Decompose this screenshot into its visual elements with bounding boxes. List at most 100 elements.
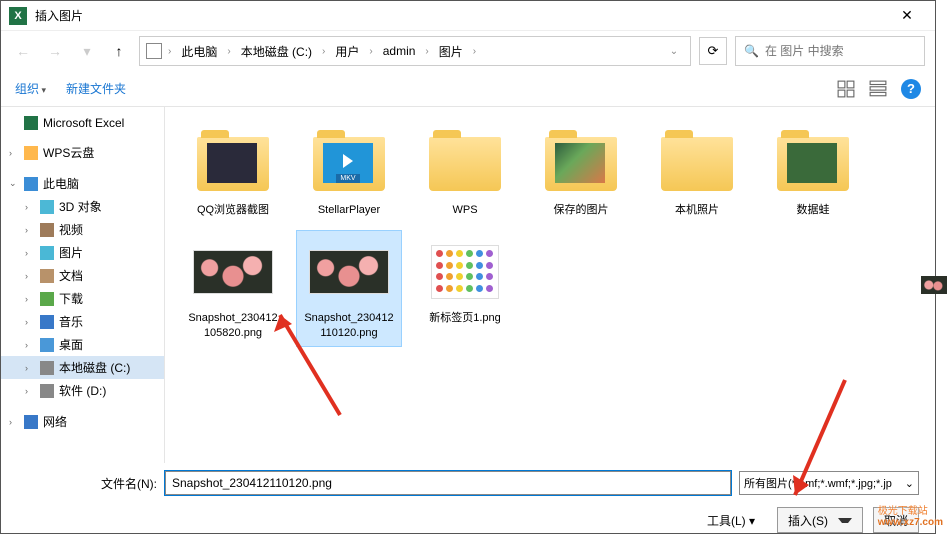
up-button[interactable]: ↑ [107,39,131,63]
downloads-icon [40,292,54,306]
sidebar-item-label: 3D 对象 [59,198,102,215]
bottom-bar: 文件名(N): 所有图片(*.emf;*.wmf;*.jpg;*.jp ⌄ 工具(… [1,463,935,541]
file-label: WPS [452,203,477,217]
pictures-icon [40,246,54,260]
chevron-right-icon: › [365,46,376,57]
close-button[interactable]: ✕ [887,1,927,31]
file-label: 新标签页1.png [429,311,501,325]
search-box[interactable]: 🔍 [735,36,925,66]
breadcrumb[interactable]: › 此电脑 › 本地磁盘 (C:) › 用户 › admin › 图片 › ⌄ [139,36,691,66]
pc-icon [146,43,162,59]
sidebar-item-label: 文档 [59,267,83,284]
music-icon [40,315,54,329]
filename-label: 文件名(N): [101,475,157,492]
insert-button[interactable]: 插入(S) [777,507,863,533]
file-item[interactable]: 本机照片 [645,123,749,223]
sidebar-item-pictures[interactable]: ›图片 [1,241,164,264]
back-button[interactable]: ← [11,39,35,63]
disk-icon [40,361,54,375]
sidebar-item-excel[interactable]: Microsoft Excel [1,113,164,133]
sidebar-item-documents[interactable]: ›文档 [1,264,164,287]
tools-button[interactable]: 工具(L) ▾ [707,512,755,529]
view-list-icon[interactable] [869,80,887,98]
sidebar-item-label: 软件 (D:) [59,382,106,399]
sidebar-item-downloads[interactable]: ›下载 [1,287,164,310]
file-grid: QQ浏览器截图 MKV StellarPlayer WPS 保存的图片 本机照片 数据蛙 Sn… [165,107,935,463]
file-item[interactable]: 新标签页1.png [413,231,517,346]
3d-icon [40,200,54,214]
breadcrumb-item[interactable]: 此电脑 [177,41,221,62]
desktop-icon [40,338,54,352]
file-item[interactable]: Snapshot_230412110120.png [297,231,401,346]
image-thumb [307,237,391,307]
file-item[interactable]: WPS [413,123,517,223]
image-thumb [423,237,507,307]
sidebar-item-disk-d[interactable]: ›软件 (D:) [1,379,164,402]
sidebar-item-label: 桌面 [59,336,83,353]
new-folder-button[interactable]: 新建文件夹 [66,80,126,97]
file-dialog: X 插入图片 ✕ ← → ▾ ↑ › 此电脑 › 本地磁盘 (C:) › 用户 … [0,0,936,534]
folder-icon [539,129,623,199]
sidebar-item-music[interactable]: ›音乐 [1,310,164,333]
forward-button[interactable]: → [43,39,67,63]
organize-button[interactable]: 组织 [15,80,46,97]
help-icon[interactable]: ? [901,79,921,99]
sidebar-item-desktop[interactable]: ›桌面 [1,333,164,356]
sidebar-item-label: 网络 [43,413,67,430]
sidebar-item-label: 下载 [59,290,83,307]
main: Microsoft Excel ›WPS云盘 ⌄此电脑 ›3D 对象 ›视频 ›… [1,107,935,463]
excel-icon: X [9,7,27,25]
breadcrumb-item[interactable]: 本地磁盘 (C:) [237,41,316,62]
sidebar-item-disk-c[interactable]: ›本地磁盘 (C:) [1,356,164,379]
file-item[interactable]: QQ浏览器截图 [181,123,285,223]
file-item[interactable]: Snapshot_230412105820.png [181,231,285,346]
file-label: 保存的图片 [554,203,609,217]
chevron-down-icon: ⌄ [905,477,914,490]
file-label: StellarPlayer [318,203,380,217]
sidebar-item-pc[interactable]: ⌄此电脑 [1,172,164,195]
toolbar: 组织 新建文件夹 ? [1,71,935,107]
sidebar-item-network[interactable]: ›网络 [1,410,164,433]
titlebar: X 插入图片 ✕ [1,1,935,31]
filename-input[interactable] [165,471,731,495]
breadcrumb-dropdown[interactable]: ⌄ [664,46,684,57]
documents-icon [40,269,54,283]
cloud-icon [24,146,38,160]
folder-icon [423,129,507,199]
folder-icon [191,129,275,199]
pc-icon [24,177,38,191]
filetype-label: 所有图片(*.emf;*.wmf;*.jpg;*.jp [744,475,892,491]
sidebar-item-label: WPS云盘 [43,144,94,161]
refresh-button[interactable]: ⟳ [699,37,727,65]
navbar: ← → ▾ ↑ › 此电脑 › 本地磁盘 (C:) › 用户 › admin ›… [1,31,935,71]
filetype-select[interactable]: 所有图片(*.emf;*.wmf;*.jpg;*.jp ⌄ [739,471,919,495]
sidebar-item-wps[interactable]: ›WPS云盘 [1,141,164,164]
sidebar-item-video[interactable]: ›视频 [1,218,164,241]
sidebar-item-label: 音乐 [59,313,83,330]
sidebar-item-label: 此电脑 [43,175,79,192]
folder-icon [771,129,855,199]
folder-icon [655,129,739,199]
view-grid-icon[interactable] [837,80,855,98]
sidebar: Microsoft Excel ›WPS云盘 ⌄此电脑 ›3D 对象 ›视频 ›… [1,107,165,463]
sidebar-item-label: 本地磁盘 (C:) [59,359,130,376]
breadcrumb-item[interactable]: admin [379,42,420,60]
chevron-right-icon: › [223,46,234,57]
dropdown-history[interactable]: ▾ [75,39,99,63]
file-label: 数据蛙 [797,203,830,217]
folder-icon: MKV [307,129,391,199]
file-item[interactable]: MKV StellarPlayer [297,123,401,223]
sidebar-item-3d[interactable]: ›3D 对象 [1,195,164,218]
file-label: 本机照片 [675,203,719,217]
file-item[interactable]: 数据蛙 [761,123,865,223]
file-item[interactable]: 保存的图片 [529,123,633,223]
search-input[interactable] [765,44,920,58]
breadcrumb-item[interactable]: 图片 [435,41,467,62]
file-label: QQ浏览器截图 [197,203,269,217]
sidebar-item-label: 视频 [59,221,83,238]
file-label: Snapshot_230412105820.png [187,311,279,340]
image-thumb [191,237,275,307]
network-icon [24,415,38,429]
breadcrumb-item[interactable]: 用户 [331,41,363,62]
disk-icon [40,384,54,398]
